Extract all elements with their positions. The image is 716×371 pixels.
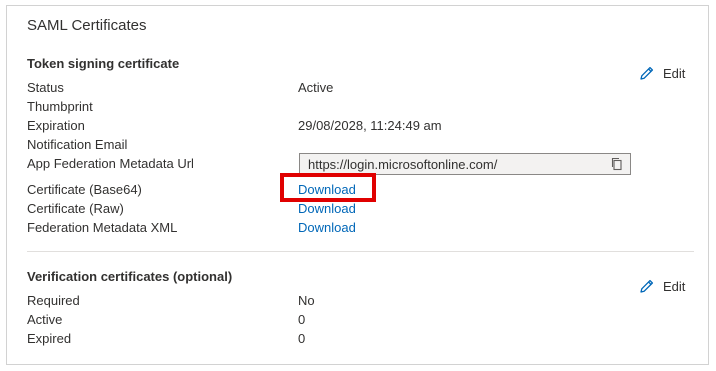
expiration-label: Expiration xyxy=(27,118,85,133)
certificate-base64-download-link[interactable]: Download xyxy=(298,182,356,197)
section-divider xyxy=(27,251,694,252)
copy-icon[interactable] xyxy=(610,157,624,176)
edit-label: Edit xyxy=(663,66,686,81)
status-value: Active xyxy=(298,80,334,95)
edit-label: Edit xyxy=(663,279,686,294)
thumbprint-label: Thumbprint xyxy=(27,99,93,114)
active-label: Active xyxy=(27,312,63,327)
card-title: SAML Certificates xyxy=(27,17,147,34)
saml-certificates-card: SAML Certificates Token signing certific… xyxy=(6,5,709,365)
pencil-icon xyxy=(638,65,655,82)
verification-edit-button[interactable]: Edit xyxy=(638,278,685,295)
status-label: Status xyxy=(27,80,64,95)
verification-heading: Verification certificates (optional) xyxy=(27,269,233,284)
certificate-raw-download-link[interactable]: Download xyxy=(298,201,356,216)
expired-value: 0 xyxy=(298,331,306,346)
required-value: No xyxy=(298,293,315,308)
expiration-value: 29/08/2028, 11:24:49 am xyxy=(298,118,442,133)
metadata-url-field[interactable]: https://login.microsoftonline.com/ xyxy=(299,153,631,175)
certificate-raw-label: Certificate (Raw) xyxy=(27,201,124,216)
metadata-url-value[interactable]: https://login.microsoftonline.com/ xyxy=(300,157,505,172)
token-signing-edit-button[interactable]: Edit xyxy=(638,65,685,82)
expired-label: Expired xyxy=(27,331,72,346)
pencil-icon xyxy=(638,278,655,295)
certificate-base64-label: Certificate (Base64) xyxy=(27,182,142,197)
token-signing-heading: Token signing certificate xyxy=(27,56,180,71)
federation-metadata-xml-label: Federation Metadata XML xyxy=(27,220,178,235)
required-label: Required xyxy=(27,293,80,308)
notification-email-label: Notification Email xyxy=(27,137,128,152)
federation-metadata-xml-download-link[interactable]: Download xyxy=(298,220,356,235)
active-value: 0 xyxy=(298,312,306,327)
metadata-url-label: App Federation Metadata Url xyxy=(27,156,194,171)
